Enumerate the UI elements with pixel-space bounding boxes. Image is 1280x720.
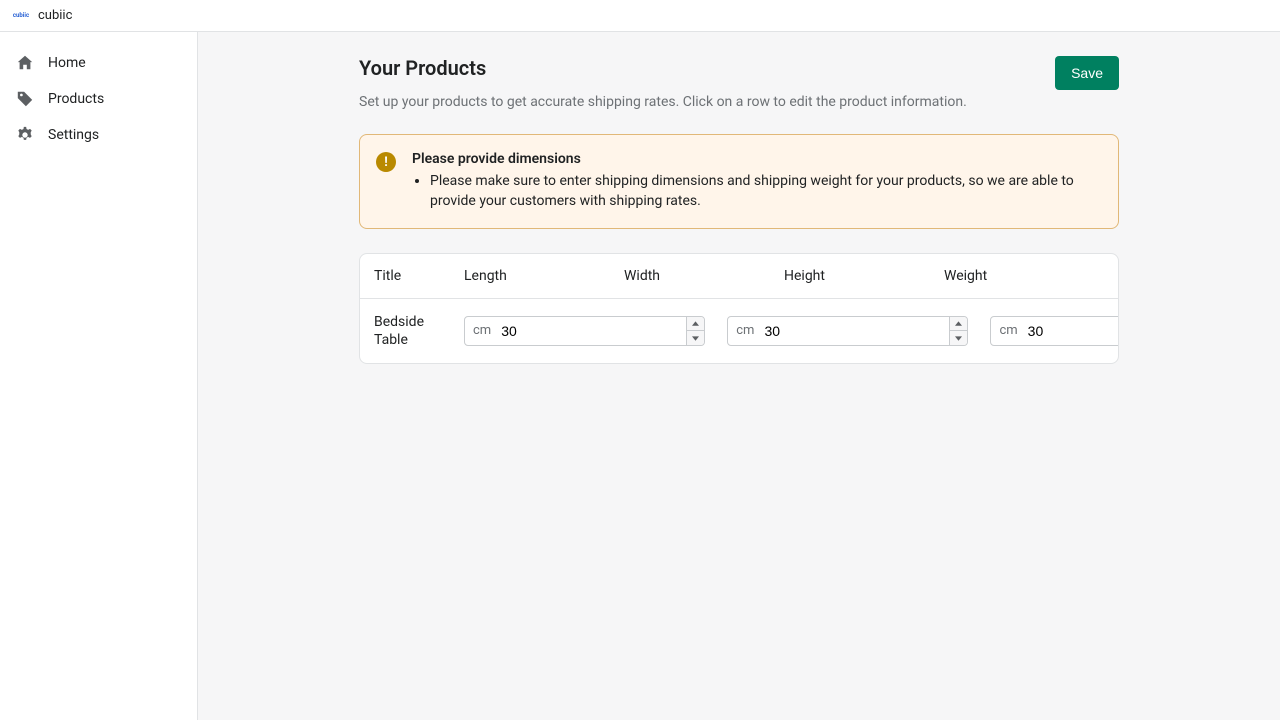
step-up-icon[interactable]: [950, 317, 967, 332]
banner-body: Please make sure to enter shipping dimen…: [430, 171, 1102, 212]
unit-label: cm: [991, 323, 1023, 338]
app-name: cubiic: [38, 8, 72, 23]
page-title: Your Products: [359, 56, 486, 80]
step-down-icon[interactable]: [687, 331, 704, 345]
unit-label: cm: [465, 323, 497, 338]
app-logo: cubiic: [12, 10, 30, 22]
length-input[interactable]: [497, 323, 686, 339]
col-header-width: Width: [624, 268, 784, 284]
save-button[interactable]: Save: [1055, 56, 1119, 90]
col-header-title: Title: [374, 268, 464, 284]
topbar: cubiic cubiic: [0, 0, 1280, 32]
height-field[interactable]: cm: [990, 316, 1119, 346]
unit-label: cm: [728, 323, 760, 338]
page-subtitle: Set up your products to get accurate shi…: [359, 94, 1119, 110]
warning-icon: !: [376, 152, 396, 172]
length-field[interactable]: cm: [464, 316, 705, 346]
main-content: Your Products Save Set up your products …: [198, 32, 1280, 720]
sidebar-item-label: Products: [48, 91, 104, 107]
gear-icon: [16, 126, 34, 144]
width-field[interactable]: cm: [727, 316, 968, 346]
col-header-length: Length: [464, 268, 624, 284]
col-header-weight: Weight: [944, 268, 1104, 284]
home-icon: [16, 54, 34, 72]
width-stepper: [949, 317, 967, 345]
sidebar-item-label: Settings: [48, 127, 99, 143]
table-header: Title Length Width Height Weight: [360, 254, 1118, 299]
sidebar: Home Products Settings: [0, 32, 198, 720]
step-down-icon[interactable]: [950, 331, 967, 345]
tag-icon: [16, 90, 34, 108]
sidebar-item-home[interactable]: Home: [8, 48, 189, 78]
table-row[interactable]: Bedside Table cm cm: [360, 299, 1118, 363]
sidebar-item-products[interactable]: Products: [8, 84, 189, 114]
step-up-icon[interactable]: [687, 317, 704, 332]
banner-title: Please provide dimensions: [412, 151, 1102, 167]
sidebar-item-settings[interactable]: Settings: [8, 120, 189, 150]
col-header-height: Height: [784, 268, 944, 284]
warning-banner: ! Please provide dimensions Please make …: [359, 134, 1119, 229]
product-title: Bedside Table: [374, 313, 464, 349]
width-input[interactable]: [760, 323, 949, 339]
products-table: Title Length Width Height Weight Bedside…: [359, 253, 1119, 364]
height-input[interactable]: [1024, 323, 1119, 339]
length-stepper: [686, 317, 704, 345]
sidebar-item-label: Home: [48, 55, 86, 71]
